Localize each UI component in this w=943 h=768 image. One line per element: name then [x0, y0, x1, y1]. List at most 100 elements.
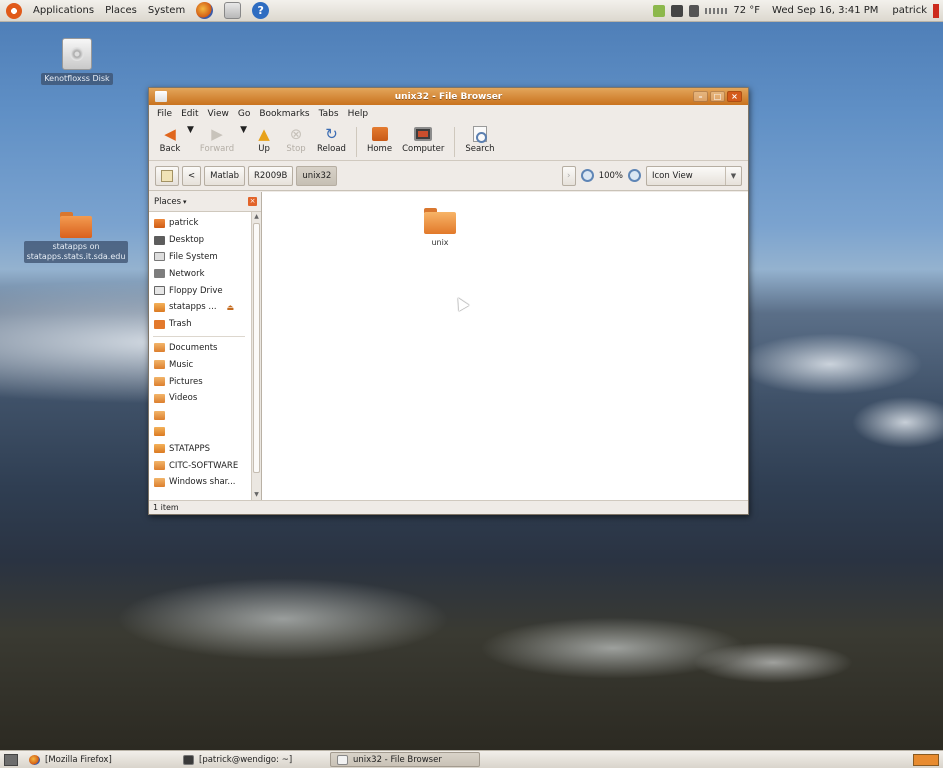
- view-mode-select[interactable]: Icon View ▼: [646, 165, 742, 186]
- zoom-level[interactable]: 100%: [599, 171, 623, 181]
- up-button[interactable]: ▲ Up: [249, 125, 279, 155]
- sidebar-item-label: File System: [169, 251, 218, 262]
- taskbar-item-label: [Mozilla Firefox]: [45, 754, 112, 765]
- sidebar-item-floppy-drive[interactable]: Floppy Drive: [149, 282, 249, 299]
- top-panel: Applications Places System ? 72 °F Wed S…: [0, 0, 943, 22]
- computer-button[interactable]: Computer: [398, 125, 448, 155]
- menu-places[interactable]: Places: [105, 5, 137, 16]
- scrollbar-thumb[interactable]: [253, 223, 260, 473]
- sidebar-item-file-system[interactable]: File System: [149, 249, 249, 266]
- network-status-icon[interactable]: [671, 4, 684, 17]
- sidebar-item-label: CITC-SOFTWARE: [169, 460, 239, 471]
- sidebar-scrollbar[interactable]: ▲ ▼: [251, 212, 261, 500]
- path-crumb-matlab[interactable]: Matlab: [204, 165, 245, 186]
- menu-help[interactable]: Help: [348, 109, 369, 119]
- sidebar-item-statapps-bookmark[interactable]: STATAPPS: [149, 440, 249, 457]
- user-menu[interactable]: patrick: [892, 5, 927, 16]
- menu-tabs[interactable]: Tabs: [319, 109, 339, 119]
- taskbar-item-terminal[interactable]: [patrick@wendigo: ~]: [176, 752, 326, 767]
- cd-disk-icon: [62, 38, 92, 70]
- path-scroll-left-button[interactable]: <: [182, 165, 202, 186]
- minimize-button[interactable]: –: [693, 91, 708, 102]
- back-history-dropdown[interactable]: ▼: [187, 125, 194, 135]
- zoom-out-icon[interactable]: [580, 169, 594, 182]
- sidebar-item-label: Desktop: [169, 235, 205, 246]
- eject-icon[interactable]: ⏏: [227, 303, 235, 312]
- scroll-down-arrow-icon[interactable]: ▼: [253, 490, 260, 500]
- clock[interactable]: Wed Sep 16, 3:41 PM: [772, 5, 878, 16]
- network-folder-icon: [154, 427, 165, 437]
- zoom-in-icon[interactable]: [628, 169, 641, 182]
- forward-button[interactable]: ▶ Forward: [196, 125, 238, 155]
- trash-icon: [154, 319, 165, 329]
- close-side-pane-button[interactable]: ×: [248, 197, 257, 206]
- sidebar-item-network[interactable]: Network: [149, 265, 249, 282]
- workspace-switcher[interactable]: [913, 753, 939, 766]
- mail-launcher-icon[interactable]: [224, 2, 242, 19]
- sidebar-item-desktop[interactable]: Desktop: [149, 232, 249, 249]
- side-pane-selector[interactable]: Places ▾ ×: [149, 192, 261, 212]
- sidebar-item-label: Network: [169, 268, 205, 279]
- shutdown-icon[interactable]: [933, 3, 939, 18]
- arrow-right-icon: ▶: [211, 125, 223, 143]
- sidebar-item-documents[interactable]: Documents: [149, 340, 249, 357]
- window-titlebar[interactable]: unix32 - File Browser – □ ×: [149, 88, 748, 105]
- folder-icon: [154, 410, 165, 420]
- taskbar-item-file-browser[interactable]: unix32 - File Browser: [330, 752, 480, 767]
- back-button[interactable]: ◀ Back: [155, 125, 185, 155]
- file-browser-icon: [337, 754, 348, 765]
- chevron-down-icon: ▼: [725, 166, 741, 185]
- sidebar-item-citc-software[interactable]: CITC-SOFTWARE: [149, 457, 249, 474]
- bottom-panel: [Mozilla Firefox] [patrick@wendigo: ~] u…: [0, 750, 943, 768]
- maximize-button[interactable]: □: [710, 91, 725, 102]
- sidebar-item-label: Pictures: [169, 376, 203, 387]
- sidebar-item-music[interactable]: Music: [149, 356, 249, 373]
- taskbar-item-firefox[interactable]: [Mozilla Firefox]: [22, 752, 172, 767]
- file-item-unix[interactable]: unix: [420, 208, 460, 247]
- path-crumb-unix32[interactable]: unix32: [296, 165, 338, 186]
- desktop-icon-disk[interactable]: Kenotfloxss Disk: [32, 38, 122, 85]
- search-button[interactable]: Search: [461, 125, 498, 155]
- help-launcher-icon[interactable]: ?: [252, 2, 270, 19]
- sidebar-item-pictures[interactable]: Pictures: [149, 373, 249, 390]
- file-view-pane[interactable]: unix: [262, 192, 748, 500]
- sidebar-item-label: Music: [169, 359, 194, 370]
- volume-icon[interactable]: [689, 4, 700, 17]
- menu-bookmarks[interactable]: Bookmarks: [259, 109, 309, 119]
- sidebar-item-trash[interactable]: Trash: [149, 316, 249, 333]
- close-button[interactable]: ×: [727, 91, 742, 102]
- ubuntu-logo-icon[interactable]: [6, 2, 22, 19]
- toggle-location-entry-button[interactable]: [155, 165, 179, 186]
- reload-button[interactable]: ↻ Reload: [313, 125, 350, 155]
- search-icon: [472, 126, 487, 143]
- signal-bars-icon: [705, 7, 728, 14]
- home-button[interactable]: Home: [363, 125, 396, 155]
- show-desktop-button[interactable]: [4, 753, 18, 766]
- sidebar-item-statapps[interactable]: statapps ... ⏏: [149, 299, 249, 316]
- temperature-readout[interactable]: 72 °F: [733, 5, 760, 16]
- menu-system[interactable]: System: [148, 5, 185, 16]
- forward-history-dropdown[interactable]: ▼: [240, 125, 247, 135]
- menu-edit[interactable]: Edit: [181, 109, 198, 119]
- sidebar-item-unnamed-2[interactable]: [149, 424, 249, 441]
- sidebar-item-videos[interactable]: Videos: [149, 390, 249, 407]
- menu-file[interactable]: File: [157, 109, 172, 119]
- path-crumb-r2009b[interactable]: R2009B: [247, 165, 294, 186]
- toolbar: ◀ Back ▼ ▶ Forward ▼ ▲ Up ⊗ Stop ↻ Reloa…: [149, 123, 748, 161]
- folder-icon: [154, 477, 165, 487]
- menu-go[interactable]: Go: [238, 109, 250, 119]
- menu-view[interactable]: View: [208, 109, 229, 119]
- stop-button[interactable]: ⊗ Stop: [281, 125, 311, 155]
- weather-icon[interactable]: [653, 4, 666, 17]
- folder-icon: [154, 461, 165, 471]
- computer-icon: [414, 127, 433, 141]
- sidebar-item-unnamed-1[interactable]: [149, 407, 249, 424]
- scroll-up-arrow-icon[interactable]: ▲: [253, 212, 260, 222]
- desktop-icon-network-share[interactable]: statapps on statapps.stats.it.sda.edu: [23, 212, 129, 263]
- firefox-launcher-icon[interactable]: [196, 2, 214, 19]
- sidebar-item-windows-share[interactable]: Windows shar...: [149, 474, 249, 491]
- status-bar: 1 item: [149, 500, 748, 514]
- path-scroll-right-button[interactable]: ›: [561, 165, 576, 186]
- sidebar-item-patrick[interactable]: patrick: [149, 215, 249, 232]
- menu-applications[interactable]: Applications: [33, 5, 94, 16]
